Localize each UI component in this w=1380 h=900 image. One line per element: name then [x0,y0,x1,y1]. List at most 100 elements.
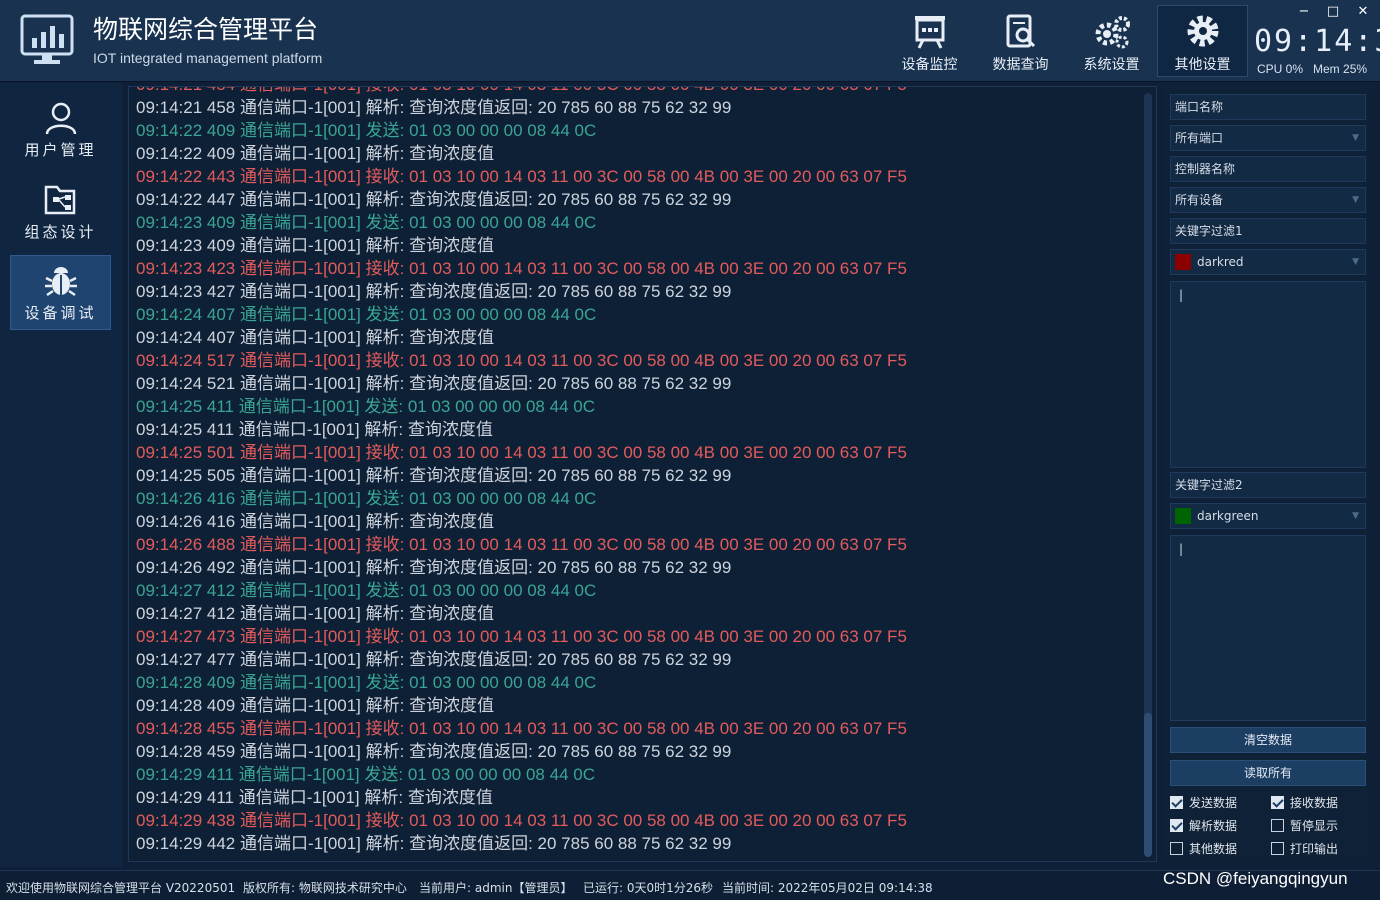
log-line: 09:14:25 505 通信端口-1[001] 解析: 查询浓度值返回: 20… [136,466,732,485]
checkbox-label: 暂停显示 [1290,819,1339,833]
nav-label: 数据查询 [992,57,1049,73]
color-swatch [1175,507,1191,524]
checkbox-label: 打印输出 [1290,842,1339,856]
minimize-button[interactable]: − [1296,4,1312,19]
nav-device-monitor[interactable]: 设备监控 [884,5,975,77]
nav-system-settings[interactable]: 系统设置 [1066,5,1157,77]
log-line: 09:14:25 501 通信端口-1[001] 接收: 01 03 10 00… [136,443,907,462]
checkbox-box[interactable] [1271,819,1284,832]
nav-data-query[interactable]: 数据查询 [975,5,1066,77]
log-line: 09:14:27 412 通信端口-1[001] 发送: 01 03 00 00… [136,581,597,600]
nav-label: 其他设置 [1174,57,1231,73]
monitor-icon [914,16,945,49]
status-copyright: 版权所有: 物联网技术研究中心 [243,881,407,895]
sidebar-item-config-design[interactable]: 组态设计 [10,175,111,250]
checkbox-label: 其他数据 [1189,842,1238,856]
sidebar-item-label: 用户管理 [24,141,97,159]
checkbox-box[interactable] [1170,842,1183,855]
system-usage: CPU 0% Mem 25% [1257,62,1377,76]
keyword-filter1-input[interactable]: 关键字过滤1 [1170,218,1366,244]
filter1-color-select[interactable]: darkred ▼ [1170,249,1366,275]
gears-icon [1095,16,1130,49]
log-line: 09:14:21 458 通信端口-1[001] 解析: 查询浓度值返回: 20… [136,98,732,117]
log-line: 09:14:21 454 通信端口-1[001] 接收: 01 03 10 00… [136,87,1136,96]
chevron-down-icon: ▼ [1352,257,1359,267]
log-line: 09:14:28 409 通信端口-1[001] 解析: 查询浓度值 [136,696,495,715]
parse-data-checkbox[interactable]: 解析数据 [1170,817,1237,834]
filter1-textarea[interactable]: | [1170,281,1366,468]
nav-label: 系统设置 [1083,57,1140,73]
log-line: 09:14:25 411 通信端口-1[001] 发送: 01 03 00 00… [136,397,595,416]
nav-other-settings[interactable]: 其他设置 [1157,5,1248,77]
main-nav: 设备监控 数据查询 系统设置 其他设置 [884,5,1248,77]
log-line: 09:14:28 455 通信端口-1[001] 接收: 01 03 10 00… [136,719,907,738]
checkbox-box[interactable] [1271,842,1284,855]
filter2-textarea[interactable]: | [1170,535,1366,721]
log-line: 09:14:25 411 通信端口-1[001] 解析: 查询浓度值 [136,420,493,439]
status-welcome: 欢迎使用物联网综合管理平台 V20220501 [6,881,236,895]
other-data-checkbox[interactable]: 其他数据 [1170,840,1237,857]
sidebar-item-device-debug[interactable]: 设备调试 [10,255,111,330]
log-line: 09:14:27 412 通信端口-1[001] 解析: 查询浓度值 [136,604,495,623]
cpu-usage: CPU 0% [1257,62,1304,76]
log-scrollbar[interactable] [1144,93,1152,857]
filter2-color-name: darkgreen [1197,509,1259,523]
clear-data-button[interactable]: 清空数据 [1170,727,1366,753]
log-line: 09:14:23 409 通信端口-1[001] 解析: 查询浓度值 [136,236,495,255]
left-sidebar: 用户管理 组态设计 设备调试 [0,83,122,867]
status-current-user: 当前用户: admin【管理员】 [419,881,573,895]
log-scrollbar-thumb[interactable] [1144,713,1152,857]
print-output-checkbox[interactable]: 打印输出 [1271,840,1338,857]
port-name-input[interactable]: 端口名称 [1170,94,1366,120]
receive-data-checkbox[interactable]: 接收数据 [1271,794,1338,811]
checkbox-label: 接收数据 [1290,796,1339,810]
search-doc-icon [1006,14,1035,48]
color-swatch [1175,253,1191,270]
app-title: 物联网综合管理平台 [93,15,319,44]
close-button[interactable]: ✕ [1355,4,1371,19]
log-line: 09:14:29 411 通信端口-1[001] 解析: 查询浓度值 [136,788,493,807]
user-icon [45,102,76,135]
checkbox-label: 解析数据 [1189,819,1238,833]
log-line: 09:14:29 442 通信端口-1[001] 解析: 查询浓度值返回: 20… [136,834,732,853]
checkbox-box[interactable] [1271,796,1284,809]
filter-panel: 端口名称 所有端口 ▼ 控制器名称 所有设备 ▼ 关键字过滤1 darkred … [1164,86,1374,862]
log-line: 09:14:23 427 通信端口-1[001] 解析: 查询浓度值返回: 20… [136,282,732,301]
sidebar-item-user-management[interactable]: 用户管理 [10,93,111,168]
log-line: 09:14:24 521 通信端口-1[001] 解析: 查询浓度值返回: 20… [136,374,732,393]
csdn-watermark: CSDN @feiyangqingyun [1163,869,1348,888]
filter2-color-select[interactable]: darkgreen ▼ [1170,503,1366,529]
mem-usage: Mem 25% [1313,62,1368,76]
status-current-time: 当前时间: 2022年05月02日 09:14:38 [722,881,933,895]
log-line: 09:14:28 459 通信端口-1[001] 解析: 查询浓度值返回: 20… [136,742,732,761]
port-select[interactable]: 所有端口 ▼ [1170,125,1366,151]
checkbox-box[interactable] [1170,796,1183,809]
send-data-checkbox[interactable]: 发送数据 [1170,794,1237,811]
controller-name-input[interactable]: 控制器名称 [1170,156,1366,182]
chevron-down-icon: ▼ [1352,511,1359,521]
device-select[interactable]: 所有设备 ▼ [1170,187,1366,213]
log-line: 09:14:27 477 通信端口-1[001] 解析: 查询浓度值返回: 20… [136,650,732,669]
pause-display-checkbox[interactable]: 暂停显示 [1271,817,1338,834]
keyword-filter2-input[interactable]: 关键字过滤2 [1170,472,1366,498]
log-line: 09:14:22 409 通信端口-1[001] 解析: 查询浓度值 [136,144,495,163]
read-all-button[interactable]: 读取所有 [1170,760,1366,786]
checkbox-box[interactable] [1170,819,1183,832]
status-uptime: 已运行: 0天0时1分26秒 [583,881,714,895]
app-logo-icon [20,14,74,66]
title-bar: 物联网综合管理平台 IOT integrated management plat… [0,0,1380,82]
sidebar-item-label: 设备调试 [24,304,97,322]
log-line: 09:14:22 409 通信端口-1[001] 发送: 01 03 00 00… [136,121,597,140]
digital-clock: 09:14:38 [1254,24,1380,59]
log-line: 09:14:29 411 通信端口-1[001] 发送: 01 03 00 00… [136,765,595,784]
app-subtitle: IOT integrated management platform [93,50,323,66]
maximize-button[interactable]: □ [1325,4,1341,19]
log-line: 09:14:22 443 通信端口-1[001] 接收: 01 03 10 00… [136,167,907,186]
chevron-down-icon: ▼ [1352,195,1359,205]
log-line: 09:14:29 438 通信端口-1[001] 接收: 01 03 10 00… [136,811,907,830]
bug-icon [44,267,77,297]
org-chart-icon [44,185,75,215]
log-lines: 09:14:21 454 通信端口-1[001] 接收: 01 03 10 00… [136,87,1136,855]
log-line: 09:14:26 416 通信端口-1[001] 发送: 01 03 00 00… [136,489,597,508]
debug-log-output[interactable]: 09:14:21 454 通信端口-1[001] 接收: 01 03 10 00… [128,86,1157,862]
